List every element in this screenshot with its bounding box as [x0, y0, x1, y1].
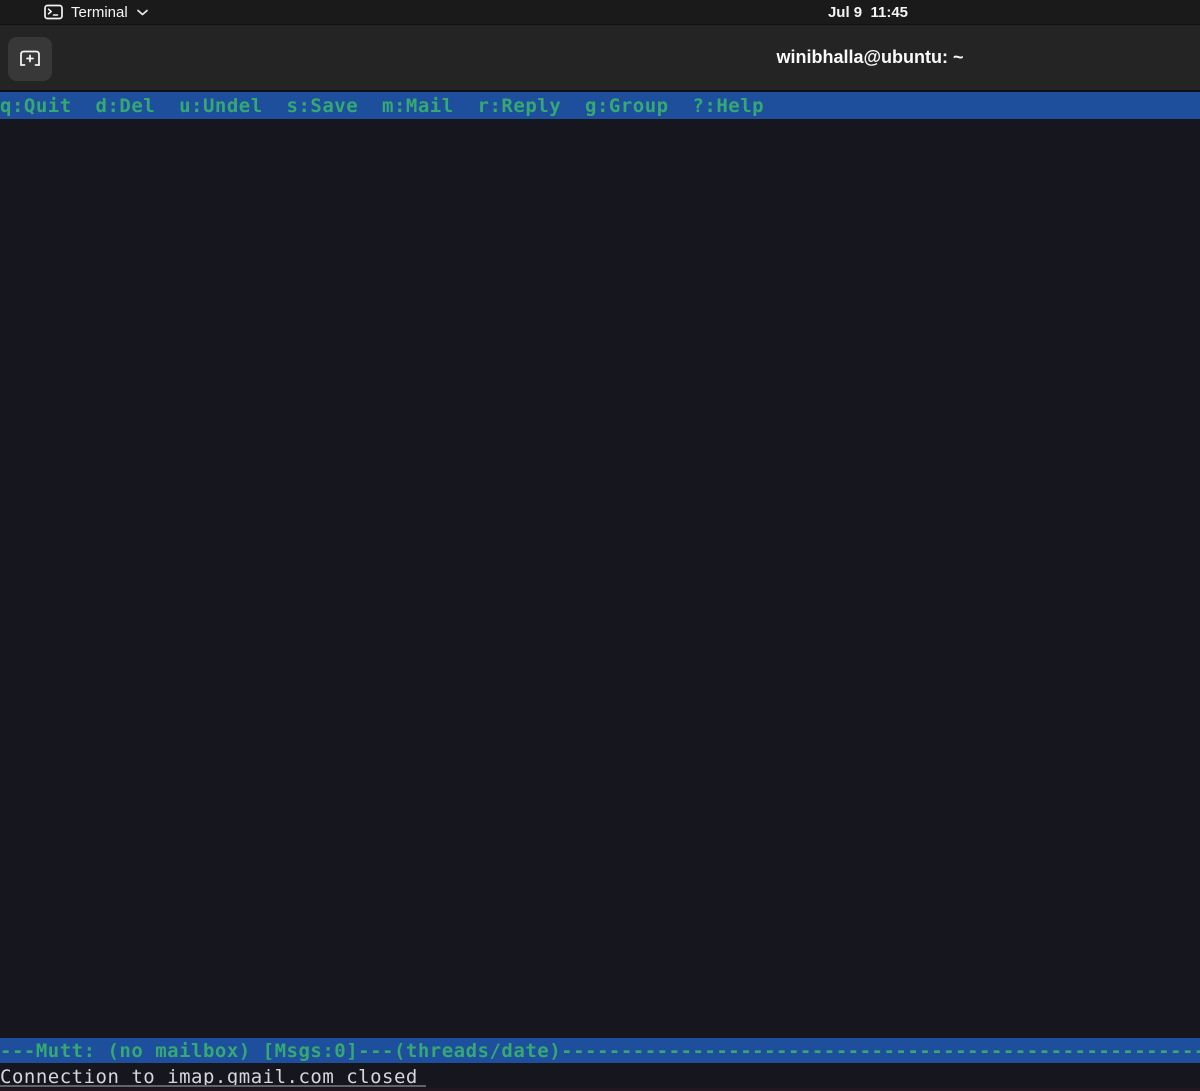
- window-title: winibhalla@ubuntu: ~: [776, 25, 963, 90]
- mutt-status-bar: ---Mutt: (no mailbox) [Msgs:0]---(thread…: [0, 1038, 1200, 1063]
- terminal-screen[interactable]: q:Quit d:Del u:Undel s:Save m:Mail r:Rep…: [0, 92, 1200, 1091]
- top-bar: Terminal Jul 9 11:45: [0, 0, 1200, 25]
- mutt-message-line: Connection to imap.gmail.com closed: [0, 1063, 1200, 1091]
- new-tab-icon: [17, 46, 43, 73]
- terminal-body: [0, 119, 1200, 1038]
- header-bar: winibhalla@ubuntu: ~: [0, 25, 1200, 92]
- app-menu[interactable]: Terminal: [38, 0, 155, 24]
- screen: Terminal Jul 9 11:45 winibhalla@ubuntu: …: [0, 0, 1200, 1091]
- new-tab-button[interactable]: [8, 37, 52, 81]
- chevron-down-icon: [136, 8, 149, 17]
- terminal-icon: [44, 4, 63, 20]
- clock[interactable]: Jul 9 11:45: [828, 0, 908, 24]
- mutt-help-bar: q:Quit d:Del u:Undel s:Save m:Mail r:Rep…: [0, 92, 1200, 119]
- message-underline: [0, 1085, 426, 1087]
- app-menu-label: Terminal: [71, 4, 128, 21]
